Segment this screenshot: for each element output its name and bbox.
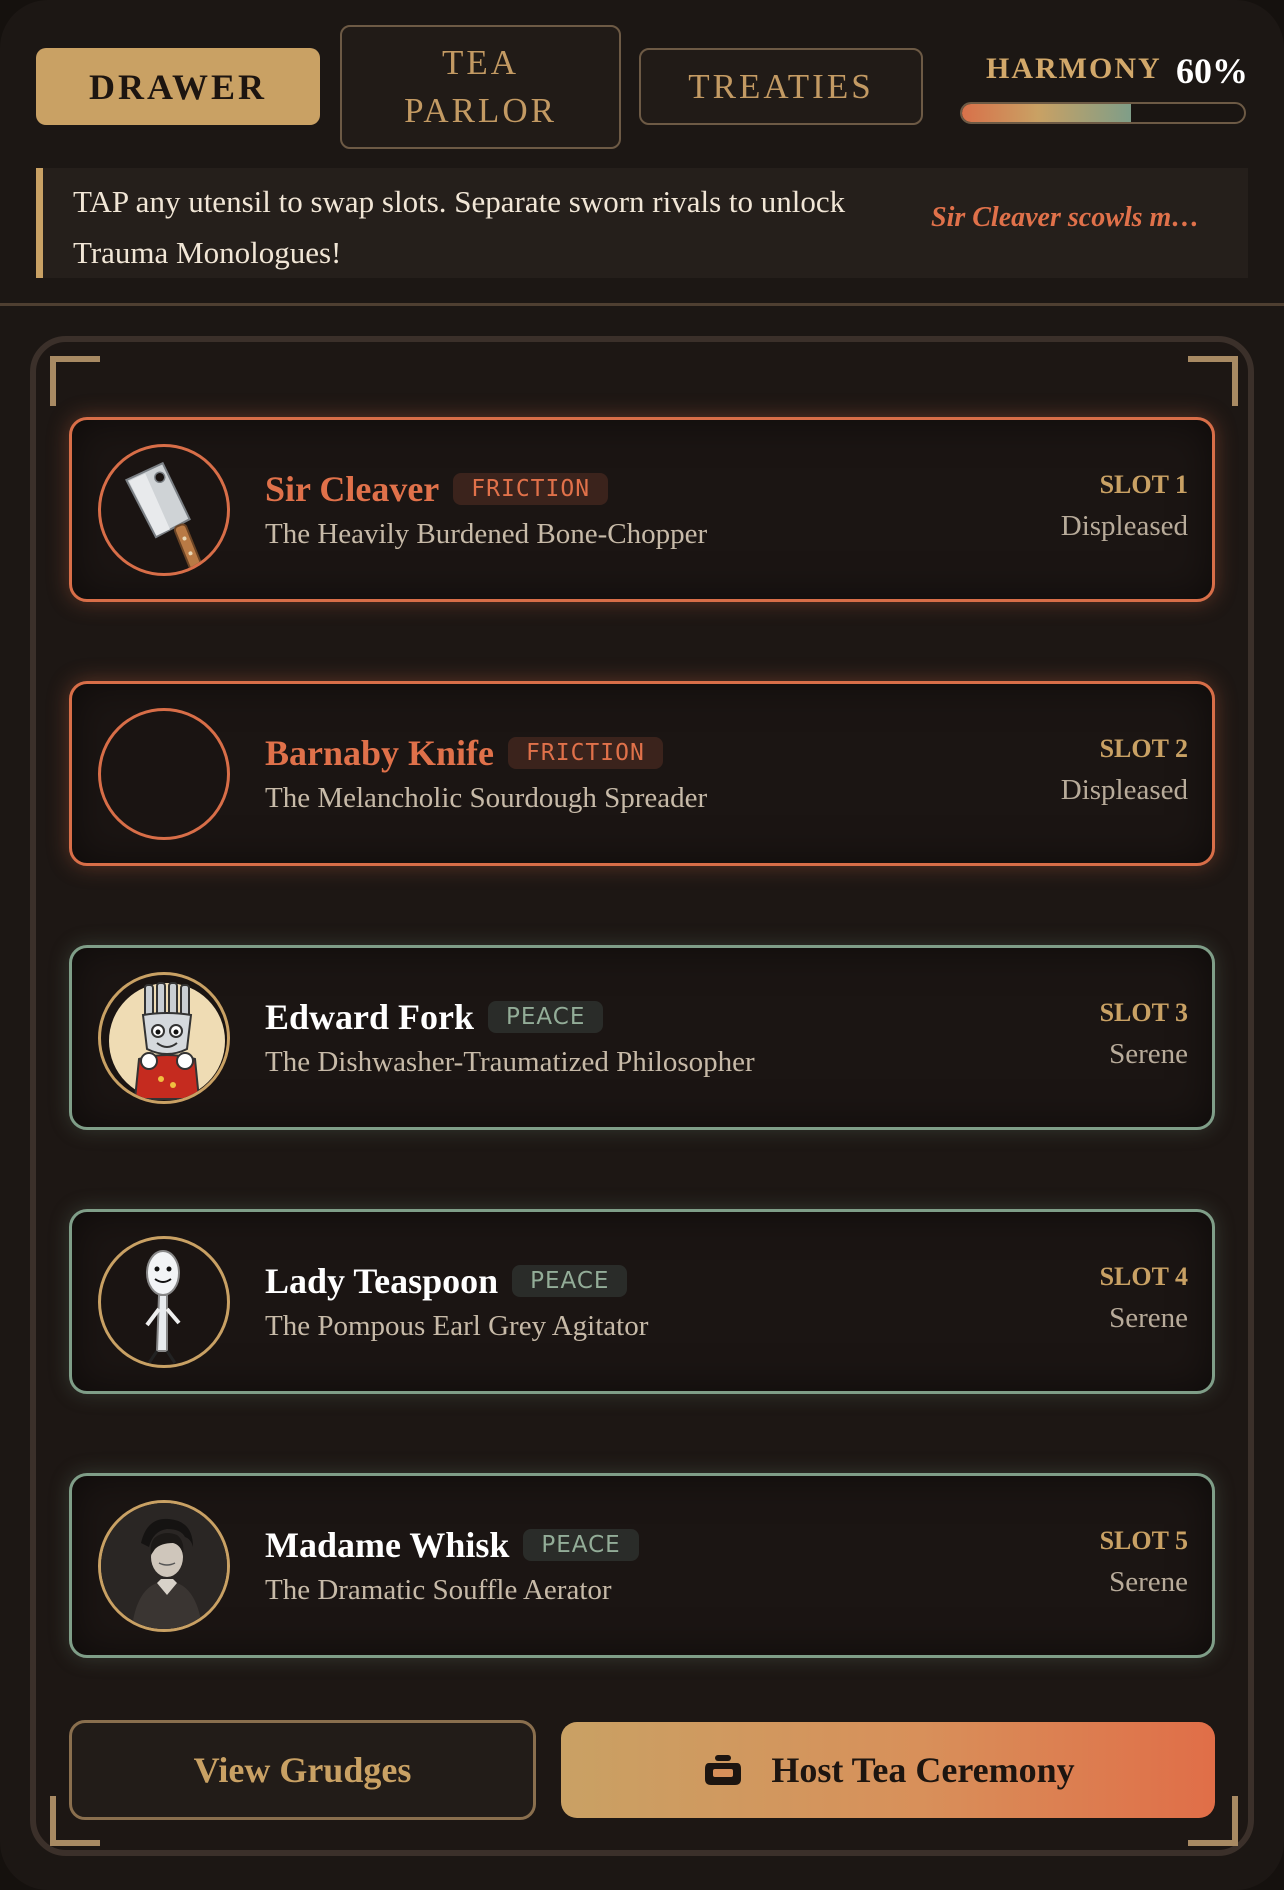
status-badge: FRICTION: [508, 736, 663, 769]
slot-label: SLOT 5: [1099, 1526, 1188, 1555]
utensil-name: Madame Whisk PEACE: [265, 1524, 639, 1566]
utensil-subtitle: The Melancholic Sourdough Spreader: [265, 782, 708, 814]
utensil-name: Sir Cleaver FRICTION: [265, 468, 609, 510]
tab-drawer-label: DRAWER: [88, 66, 267, 107]
slot-label: SLOT 1: [1099, 470, 1188, 499]
utensil-name-text: Madame Whisk: [265, 1525, 510, 1565]
status-badge: PEACE: [488, 1000, 604, 1033]
slot-label: SLOT 2: [1099, 734, 1188, 763]
status-badge: FRICTION: [453, 472, 609, 505]
cartoon-spoon-icon: [98, 1236, 230, 1368]
harmony-value: 60%: [1176, 51, 1248, 91]
harmony-label: HARMONY: [986, 52, 1162, 85]
empty-avatar: [98, 708, 230, 840]
portrait-icon: [98, 1500, 230, 1632]
hint-text: TAP any utensil to swap slots. Separate …: [73, 184, 846, 270]
utensil-name: Lady Teaspoon PEACE: [265, 1260, 628, 1302]
utensil-name-text: Sir Cleaver: [265, 469, 440, 509]
harmony-meter-fill: [962, 104, 1132, 122]
tab-tea-parlor-line1: TEA: [441, 43, 520, 82]
slot-label: SLOT 4: [1099, 1262, 1188, 1291]
slot-label: SLOT 3: [1099, 998, 1188, 1027]
host-tea-ceremony-label: Host Tea Ceremony: [771, 1750, 1075, 1790]
utensil-name: Barnaby Knife FRICTION: [265, 732, 663, 774]
teapot-icon: [705, 1755, 742, 1785]
hint-banner: TAP any utensil to swap slots. Separate …: [36, 168, 1248, 278]
mood-label: Displeased: [1060, 510, 1188, 542]
tab-tea-parlor[interactable]: TEA PARLOR: [340, 25, 621, 149]
harmony-meter: [960, 102, 1246, 124]
view-grudges-button[interactable]: View Grudges: [69, 1720, 536, 1820]
cartoon-fork-icon: [98, 972, 230, 1104]
utensil-subtitle: The Dishwasher-Traumatized Philosopher: [265, 1046, 755, 1078]
tab-tea-parlor-label: TEA PARLOR: [404, 39, 557, 135]
event-ticker: Sir Cleaver scowls m…: [931, 202, 1200, 233]
tab-treaties-label: TREATIES: [688, 66, 874, 106]
utensil-subtitle: The Heavily Burdened Bone-Chopper: [265, 518, 708, 550]
utensil-card-edward-fork[interactable]: Edward Fork PEACE The Dishwasher-Traumati…: [69, 945, 1215, 1130]
utensil-name: Edward Fork PEACE: [265, 996, 604, 1038]
app-frame: DRAWER TEA PARLOR TREATIES HARMONY 60% T…: [0, 0, 1284, 1890]
mood-label: Serene: [1109, 1302, 1188, 1334]
drawer-corner-ornament: [50, 356, 100, 406]
utensil-subtitle: The Pompous Earl Grey Agitator: [265, 1310, 649, 1342]
host-tea-ceremony-button[interactable]: Host Tea Ceremony: [561, 1722, 1215, 1818]
utensil-card-madame-whisk[interactable]: Madame Whisk PEACE The Dramatic Souffle A…: [69, 1473, 1215, 1658]
drawer-corner-ornament: [1188, 356, 1238, 406]
mood-label: Displeased: [1060, 774, 1188, 806]
utensil-name-text: Lady Teaspoon: [265, 1261, 499, 1301]
utensil-card-sir-cleaver[interactable]: Sir Cleaver FRICTION The Heavily Burdened…: [69, 417, 1215, 602]
status-badge: PEACE: [523, 1528, 639, 1561]
utensil-card-lady-teaspoon[interactable]: Lady Teaspoon PEACE The Pompous Earl Grey…: [69, 1209, 1215, 1394]
cleaver-icon: [98, 444, 230, 576]
utensil-subtitle: The Dramatic Souffle Aerator: [265, 1574, 612, 1606]
status-badge: PEACE: [512, 1264, 628, 1297]
view-grudges-label: View Grudges: [193, 1750, 412, 1790]
tab-tea-parlor-line2: PARLOR: [404, 91, 557, 130]
utensil-name-text: Edward Fork: [265, 997, 475, 1037]
mood-label: Serene: [1109, 1566, 1188, 1598]
utensil-name-text: Barnaby Knife: [265, 733, 495, 773]
tab-drawer[interactable]: DRAWER: [36, 48, 320, 125]
tab-treaties[interactable]: TREATIES: [639, 48, 923, 125]
utensil-card-barnaby-knife[interactable]: Barnaby Knife FRICTION The Melancholic So…: [69, 681, 1215, 866]
mood-label: Serene: [1109, 1038, 1188, 1070]
header-divider: [0, 303, 1284, 306]
